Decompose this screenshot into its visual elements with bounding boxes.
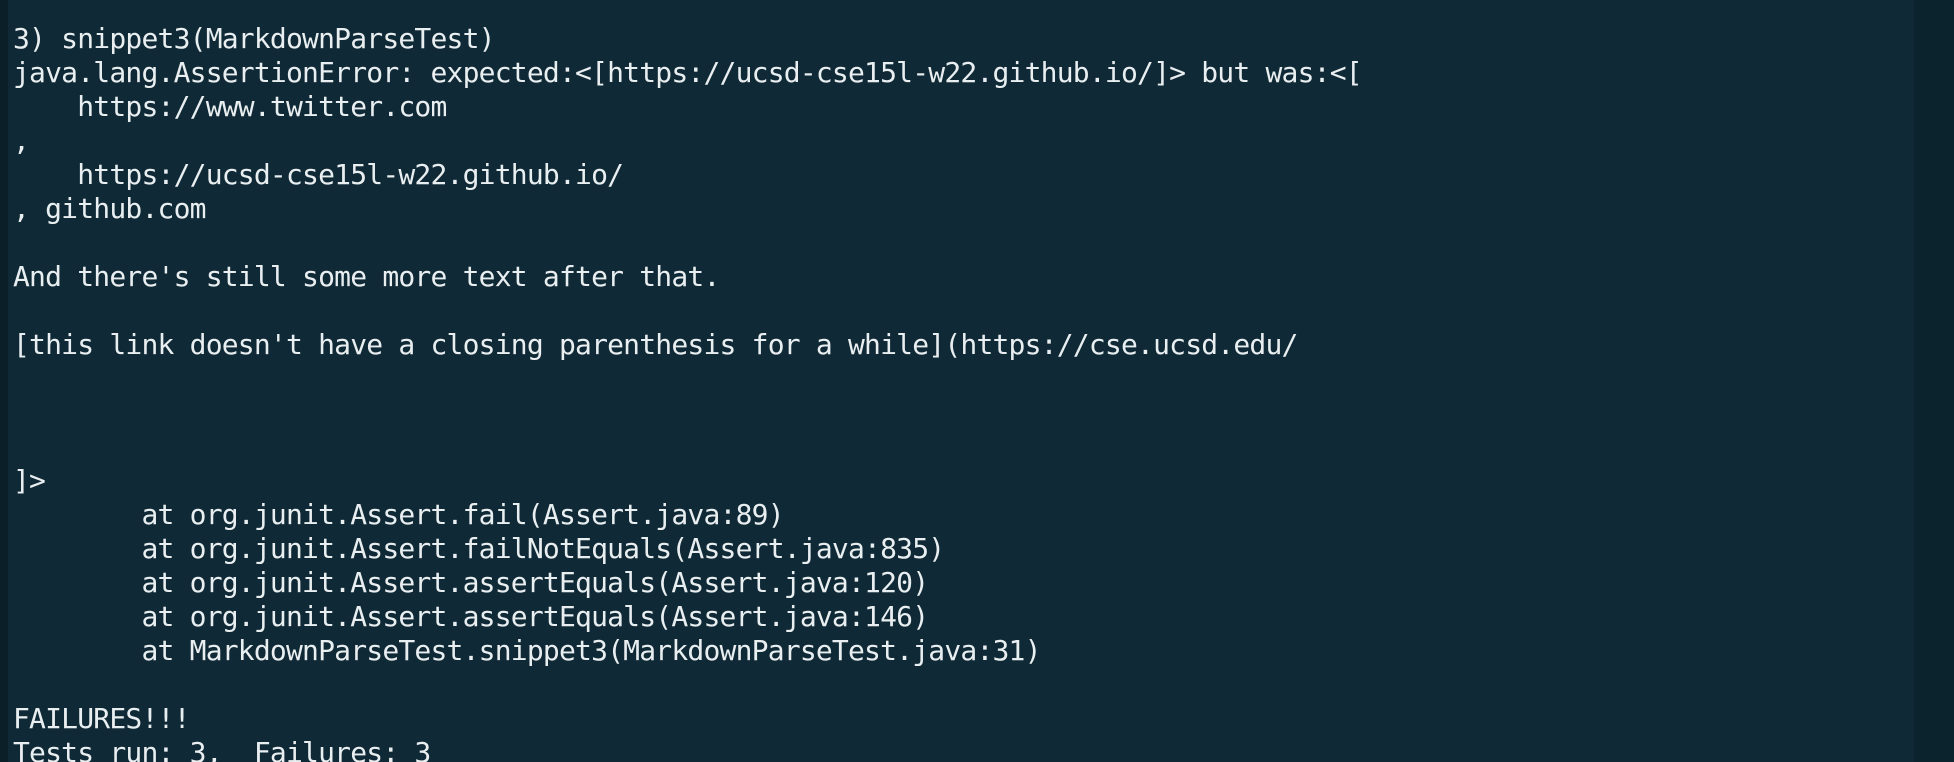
terminal-line: ]>	[13, 464, 46, 497]
terminal-line: 3) snippet3(MarkdownParseTest)	[13, 22, 496, 55]
terminal-line: at MarkdownParseTest.snippet3(MarkdownPa…	[13, 634, 1041, 667]
terminal-line: https://ucsd-cse15l-w22.github.io/	[13, 158, 624, 191]
terminal-line: Tests run: 3, Failures: 3	[13, 736, 431, 762]
terminal-line: at org.junit.Assert.failNotEquals(Assert…	[13, 532, 945, 565]
terminal-line: https://www.twitter.com	[13, 90, 447, 123]
terminal-window[interactable]: 3) snippet3(MarkdownParseTest) java.lang.…	[0, 0, 1954, 762]
terminal-line: ,	[13, 124, 30, 157]
terminal-scrollbar-track[interactable]	[1914, 0, 1954, 762]
terminal-output: 3) snippet3(MarkdownParseTest) java.lang.…	[13, 0, 1363, 762]
terminal-left-edge	[0, 0, 8, 762]
terminal-line: java.lang.AssertionError: expected:<[htt…	[13, 56, 1363, 89]
terminal-line: at org.junit.Assert.assertEquals(Assert.…	[13, 600, 929, 633]
terminal-line: [this link doesn't have a closing parent…	[13, 328, 1298, 361]
terminal-line: And there's still some more text after t…	[13, 260, 720, 293]
terminal-line: , github.com	[13, 192, 207, 225]
terminal-line: at org.junit.Assert.assertEquals(Assert.…	[13, 566, 929, 599]
terminal-line: FAILURES!!!	[13, 702, 190, 735]
terminal-line: at org.junit.Assert.fail(Assert.java:89)	[13, 498, 784, 531]
